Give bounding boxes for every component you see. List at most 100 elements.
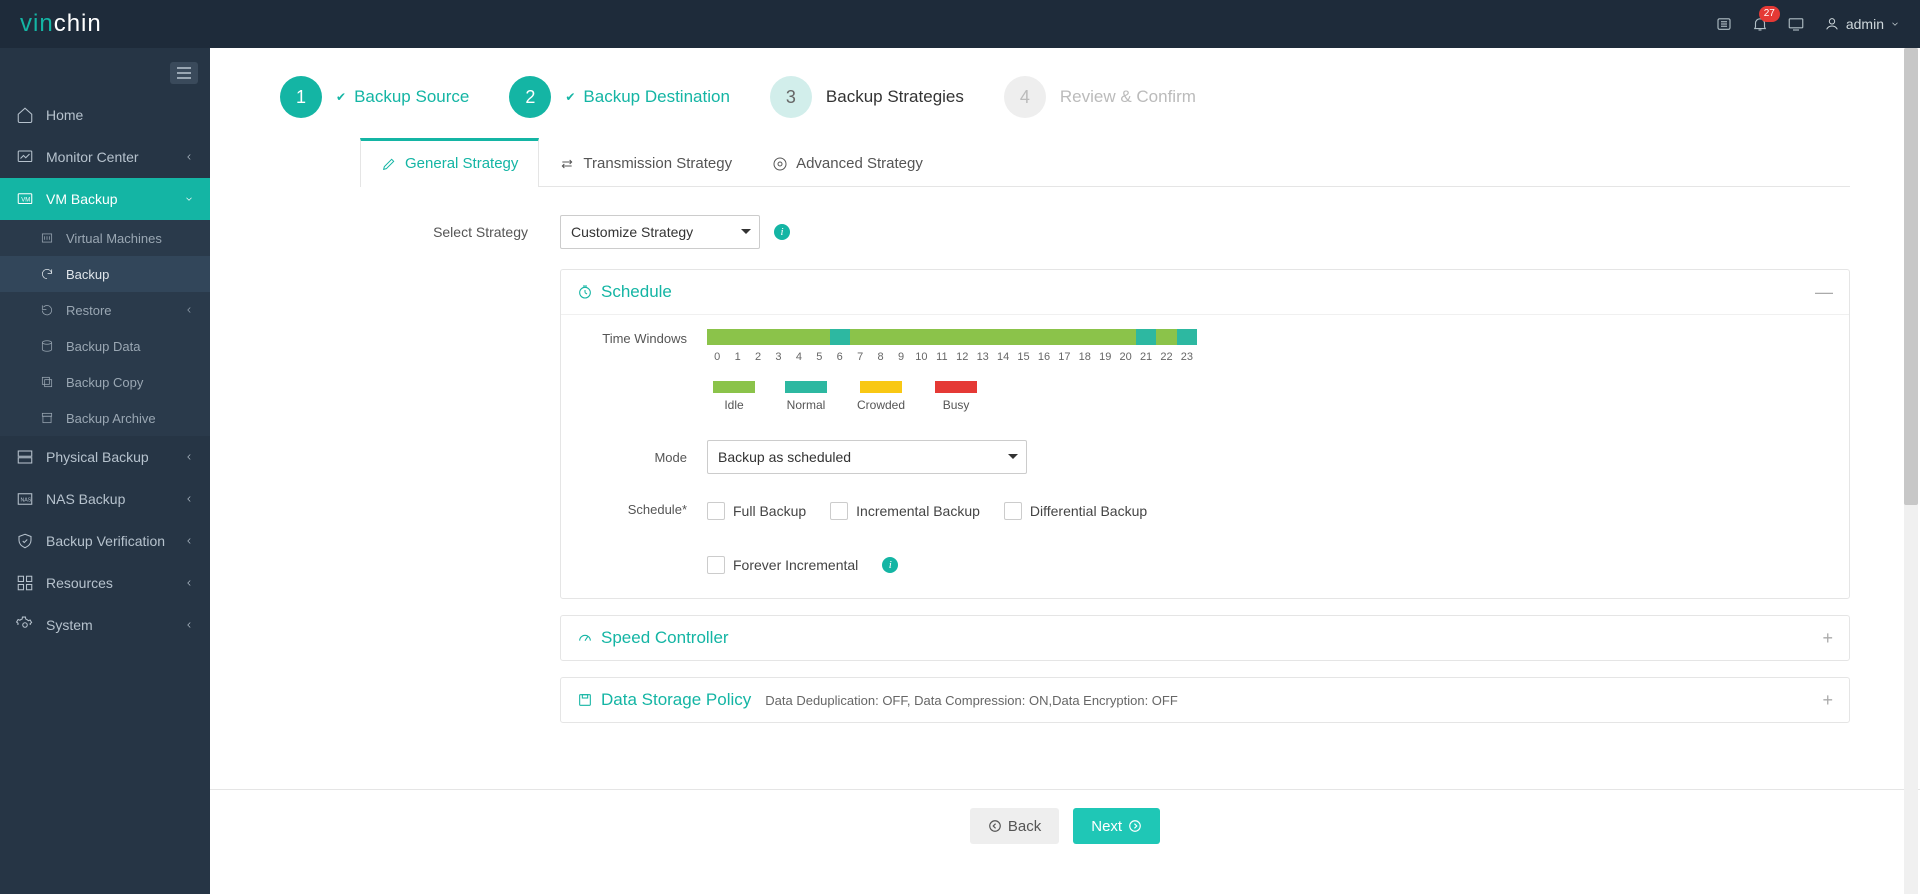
sidebar-item-label: Restore — [66, 303, 112, 318]
hour-tick: 20 — [1115, 351, 1135, 363]
sidebar-item-label: Backup Data — [66, 339, 140, 354]
back-button[interactable]: Back — [970, 808, 1059, 844]
storage-policy-summary: Data Deduplication: OFF, Data Compressio… — [765, 693, 1178, 708]
info-icon[interactable]: i — [882, 557, 898, 573]
tab-general-strategy[interactable]: General Strategy — [360, 138, 539, 186]
sidebar-sub-backup-data[interactable]: Backup Data — [0, 328, 210, 364]
strategy-tabs: General Strategy Transmission Strategy A… — [360, 138, 1850, 187]
check-icon: ✔ — [565, 90, 575, 104]
svg-text:VM: VM — [21, 197, 30, 203]
sidebar-item-system[interactable]: System — [0, 604, 210, 646]
step-backup-destination[interactable]: 2 ✔ Backup Destination — [509, 76, 730, 118]
step-review-confirm[interactable]: 4 Review & Confirm — [1004, 76, 1196, 118]
expand-icon: + — [1822, 629, 1833, 647]
legend-swatch — [860, 381, 902, 393]
timebar-segment[interactable] — [830, 329, 850, 345]
timebar-segment[interactable] — [1136, 329, 1156, 345]
legend-swatch — [785, 381, 827, 393]
time-windows-label: Time Windows — [577, 329, 707, 412]
chevron-left-icon — [184, 578, 194, 588]
sidebar-sub-backup[interactable]: Backup — [0, 256, 210, 292]
sidebar-item-label: Resources — [46, 575, 113, 591]
sidebar-sub-restore[interactable]: Restore — [0, 292, 210, 328]
hour-tick: 13 — [972, 351, 992, 363]
home-icon — [16, 106, 34, 124]
legend-label: Crowded — [857, 398, 905, 412]
step-backup-source[interactable]: 1 ✔ Backup Source — [280, 76, 469, 118]
info-icon[interactable]: i — [774, 224, 790, 240]
sidebar-item-label: Backup Verification — [46, 533, 165, 549]
timebar-segment[interactable] — [850, 329, 1136, 345]
schedule-panel: Schedule — Time Windows 0123456789101112… — [560, 269, 1850, 599]
select-strategy-dropdown[interactable]: Customize Strategy — [560, 215, 760, 249]
checkbox-incremental-backup[interactable]: Incremental Backup — [830, 502, 980, 520]
hour-tick: 21 — [1136, 351, 1156, 363]
vm-list-icon — [40, 231, 54, 245]
legend-label: Busy — [943, 398, 970, 412]
arrow-left-icon — [988, 819, 1002, 833]
sidebar-item-vm-backup[interactable]: VM VM Backup — [0, 178, 210, 220]
svg-text:NAS: NAS — [21, 497, 32, 503]
schedule-panel-header[interactable]: Schedule — — [561, 270, 1849, 314]
hamburger-toggle[interactable] — [170, 62, 198, 84]
sidebar-item-monitor-center[interactable]: Monitor Center — [0, 136, 210, 178]
hour-tick: 10 — [911, 351, 931, 363]
sidebar-sub-backup-archive[interactable]: Backup Archive — [0, 400, 210, 436]
hour-tick: 14 — [993, 351, 1013, 363]
chart-icon — [16, 148, 34, 166]
user-icon — [1824, 16, 1840, 32]
tab-advanced-strategy[interactable]: Advanced Strategy — [752, 138, 943, 186]
hour-tick: 18 — [1075, 351, 1095, 363]
sidebar-sub-backup-copy[interactable]: Backup Copy — [0, 364, 210, 400]
hour-tick: 4 — [789, 351, 809, 363]
sidebar: Home Monitor Center VM VM Backup Virtual… — [0, 48, 210, 894]
notification-badge: 27 — [1759, 6, 1780, 22]
step-backup-strategies[interactable]: 3 Backup Strategies — [770, 76, 964, 118]
sidebar-item-home[interactable]: Home — [0, 94, 210, 136]
chevron-down-icon — [184, 194, 194, 204]
sidebar-item-backup-verification[interactable]: Backup Verification — [0, 520, 210, 562]
speed-controller-panel: Speed Controller + — [560, 615, 1850, 661]
restore-icon — [40, 303, 54, 317]
monitor-icon[interactable] — [1778, 6, 1814, 42]
wizard-stepper: 1 ✔ Backup Source 2 ✔ Backup Destination… — [240, 48, 1890, 138]
mode-dropdown[interactable]: Backup as scheduled — [707, 440, 1027, 474]
sidebar-sub-virtual-machines[interactable]: Virtual Machines — [0, 220, 210, 256]
time-windows-legend: IdleNormalCrowdedBusy — [713, 381, 1833, 412]
sidebar-item-resources[interactable]: Resources — [0, 562, 210, 604]
hour-tick: 8 — [870, 351, 890, 363]
checkbox-forever-incremental[interactable]: Forever Incremental — [707, 556, 858, 574]
chevron-left-icon — [184, 536, 194, 546]
sidebar-item-nas-backup[interactable]: NAS NAS Backup — [0, 478, 210, 520]
hour-tick: 16 — [1034, 351, 1054, 363]
scrollbar-thumb[interactable] — [1904, 48, 1918, 505]
checkbox-differential-backup[interactable]: Differential Backup — [1004, 502, 1147, 520]
legend-label: Normal — [787, 398, 826, 412]
next-button[interactable]: Next — [1073, 808, 1160, 844]
sidebar-item-label: Home — [46, 107, 83, 123]
schedule-label: Schedule* — [577, 502, 707, 517]
time-windows-bar[interactable] — [707, 329, 1197, 345]
select-strategy-label: Select Strategy — [360, 224, 560, 240]
speed-controller-header[interactable]: Speed Controller + — [561, 616, 1849, 660]
save-icon — [577, 692, 593, 708]
sidebar-item-physical-backup[interactable]: Physical Backup — [0, 436, 210, 478]
list-icon[interactable] — [1706, 6, 1742, 42]
user-menu[interactable]: admin — [1824, 16, 1900, 32]
transfer-icon — [559, 156, 575, 172]
shield-check-icon — [16, 532, 34, 550]
data-storage-policy-header[interactable]: Data Storage Policy Data Deduplication: … — [561, 678, 1849, 722]
data-storage-policy-panel: Data Storage Policy Data Deduplication: … — [560, 677, 1850, 723]
timebar-segment[interactable] — [1156, 329, 1176, 345]
timebar-segment[interactable] — [707, 329, 830, 345]
refresh-icon — [40, 267, 54, 281]
chevron-left-icon — [184, 452, 194, 462]
checkbox-full-backup[interactable]: Full Backup — [707, 502, 806, 520]
bell-icon[interactable]: 27 — [1742, 6, 1778, 42]
tab-transmission-strategy[interactable]: Transmission Strategy — [539, 138, 752, 186]
chevron-left-icon — [184, 620, 194, 630]
gauge-icon — [577, 630, 593, 646]
timebar-segment[interactable] — [1177, 329, 1197, 345]
hour-tick: 11 — [932, 351, 952, 363]
check-icon: ✔ — [336, 90, 346, 104]
